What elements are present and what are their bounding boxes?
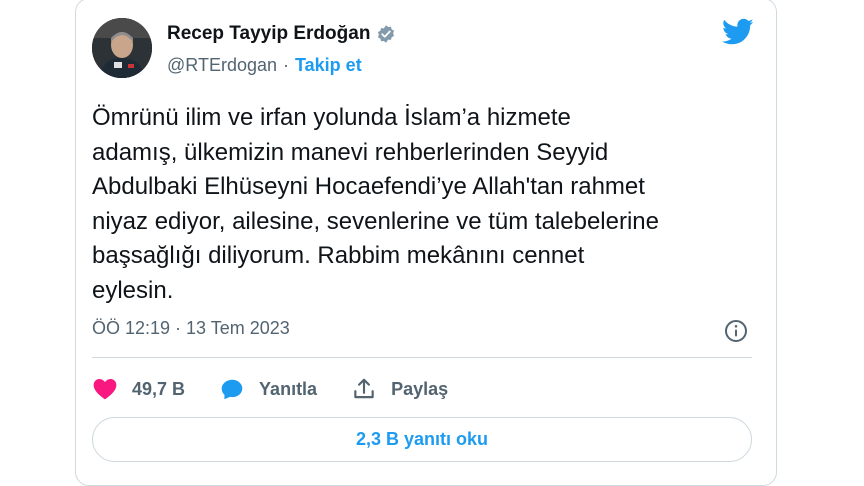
read-replies-label: 2,3 B yanıtı oku — [355, 429, 489, 449]
separator-dot: · — [283, 55, 289, 75]
author-name-row[interactable]: Recep Tayyip Erdoğan — [167, 23, 396, 45]
verified-badge-icon — [376, 24, 396, 44]
avatar[interactable] — [92, 18, 152, 78]
reply-bubble-icon — [221, 379, 243, 400]
action-bar: 49,7 B Yanıtla Paylaş — [92, 374, 482, 404]
like-button[interactable]: 49,7 B — [92, 376, 185, 402]
reply-label: Yanıtla — [259, 378, 318, 399]
info-icon[interactable] — [724, 319, 748, 343]
reply-button[interactable]: Yanıtla — [219, 376, 317, 402]
follow-button[interactable]: Takip et — [295, 55, 362, 76]
author-name[interactable]: Recep Tayyip Erdoğan — [167, 23, 370, 45]
share-label: Paylaş — [391, 378, 449, 399]
share-button[interactable]: Paylaş — [351, 376, 448, 402]
twitter-bird-icon[interactable] — [722, 18, 754, 46]
tweet-text: Ömrünü ilim ve irfan yolunda İslam’a hiz… — [92, 104, 659, 304]
like-count: 49,7 B — [132, 378, 186, 399]
divider — [92, 357, 752, 358]
read-replies-button[interactable]: 2,3 B yanıtı oku — [92, 417, 752, 462]
handle-row: @RTErdogan · Takip et — [167, 55, 362, 76]
share-icon — [354, 378, 374, 399]
tweet-timestamp[interactable]: ÖÖ 12:19 · 13 Tem 2023 — [92, 318, 290, 339]
author-handle[interactable]: @RTErdogan — [167, 55, 277, 76]
heart-icon — [93, 379, 117, 400]
